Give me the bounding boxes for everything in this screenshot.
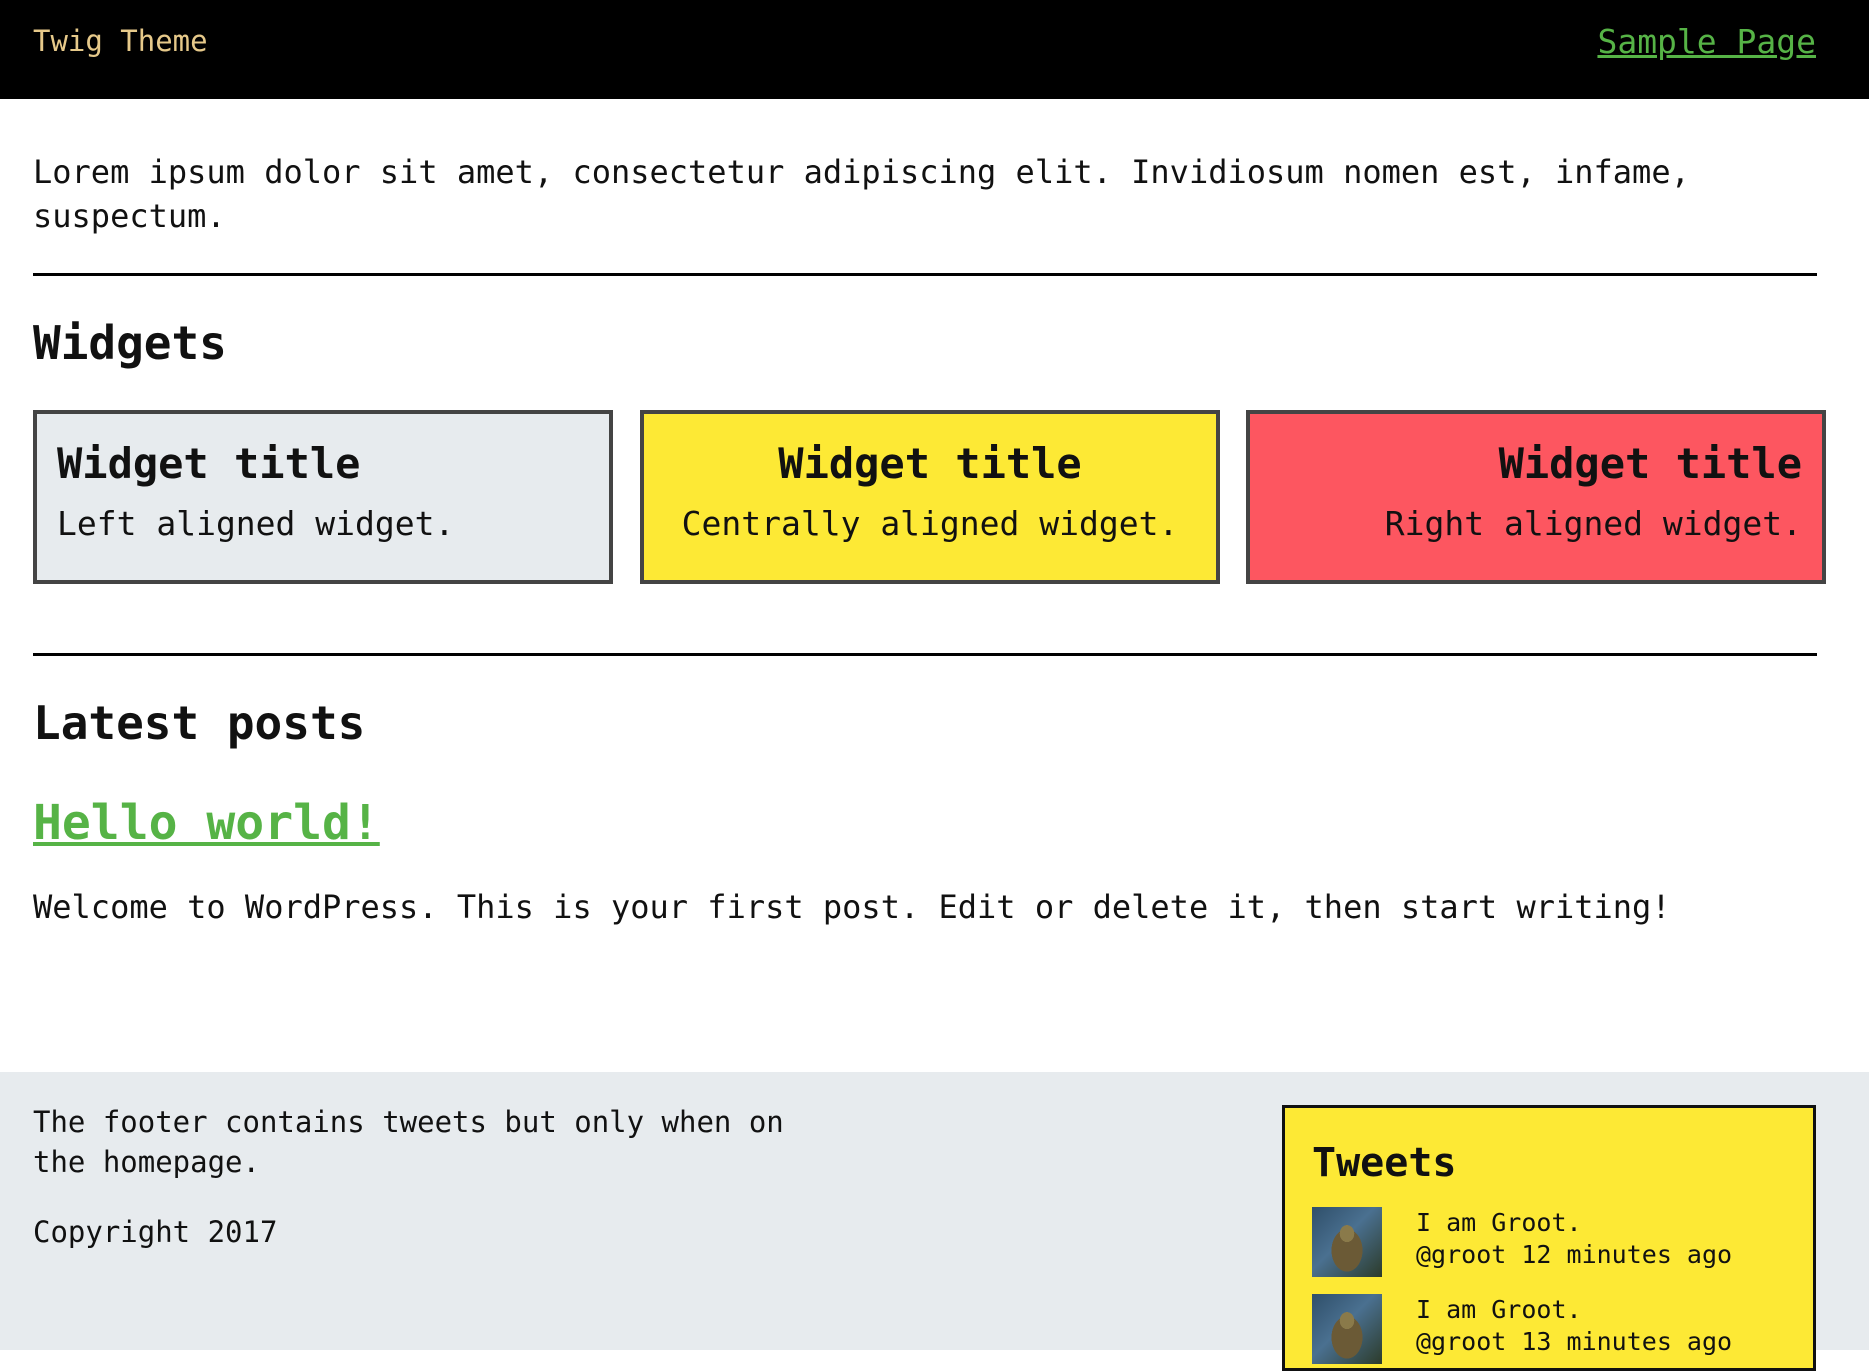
widget-text: Right aligned widget. xyxy=(1384,504,1802,543)
tweets-widget: Tweets I am Groot. @groot 12 minutes ago… xyxy=(1282,1105,1816,1371)
widget-text: Centrally aligned widget. xyxy=(681,504,1179,543)
divider xyxy=(33,653,1817,656)
post-excerpt: Welcome to WordPress. This is your first… xyxy=(33,888,1671,926)
site-footer: The footer contains tweets but only when… xyxy=(0,1072,1869,1371)
site-title-link[interactable]: Twig Theme xyxy=(33,22,208,60)
widget-title: Widget title xyxy=(1498,439,1802,488)
tweet-meta: @groot 13 minutes ago xyxy=(1416,1327,1733,1356)
tweet-item: I am Groot. @groot 13 minutes ago xyxy=(1312,1294,1792,1370)
widget-text: Left aligned widget. xyxy=(57,504,455,543)
widget-right: Widget title Right aligned widget. xyxy=(1246,410,1826,584)
widgets-heading: Widgets xyxy=(33,316,227,370)
site-header: Twig Theme Sample Page xyxy=(0,0,1869,99)
avatar xyxy=(1312,1294,1382,1364)
tweet-item: I am Groot. @groot 12 minutes ago xyxy=(1312,1207,1792,1283)
tweet-text: I am Groot. xyxy=(1416,1208,1582,1237)
tweet-meta: @groot 12 minutes ago xyxy=(1416,1240,1733,1269)
post-title-link[interactable]: Hello world! xyxy=(33,793,380,853)
tweet-text: I am Groot. xyxy=(1416,1295,1582,1324)
widget-center: Widget title Centrally aligned widget. xyxy=(640,410,1220,584)
latest-posts-heading: Latest posts xyxy=(33,696,366,750)
copyright-text: Copyright 2017 xyxy=(33,1215,278,1249)
footer-text: The footer contains tweets but only when… xyxy=(33,1105,784,1179)
tweets-title: Tweets xyxy=(1312,1140,1457,1186)
widget-title: Widget title xyxy=(57,439,361,488)
intro-text: Lorem ipsum dolor sit amet, consectetur … xyxy=(33,153,1690,235)
nav-link-sample-page[interactable]: Sample Page xyxy=(1597,22,1816,62)
divider xyxy=(33,273,1817,276)
widget-title: Widget title xyxy=(778,439,1082,488)
widget-left: Widget title Left aligned widget. xyxy=(33,410,613,584)
avatar xyxy=(1312,1207,1382,1277)
